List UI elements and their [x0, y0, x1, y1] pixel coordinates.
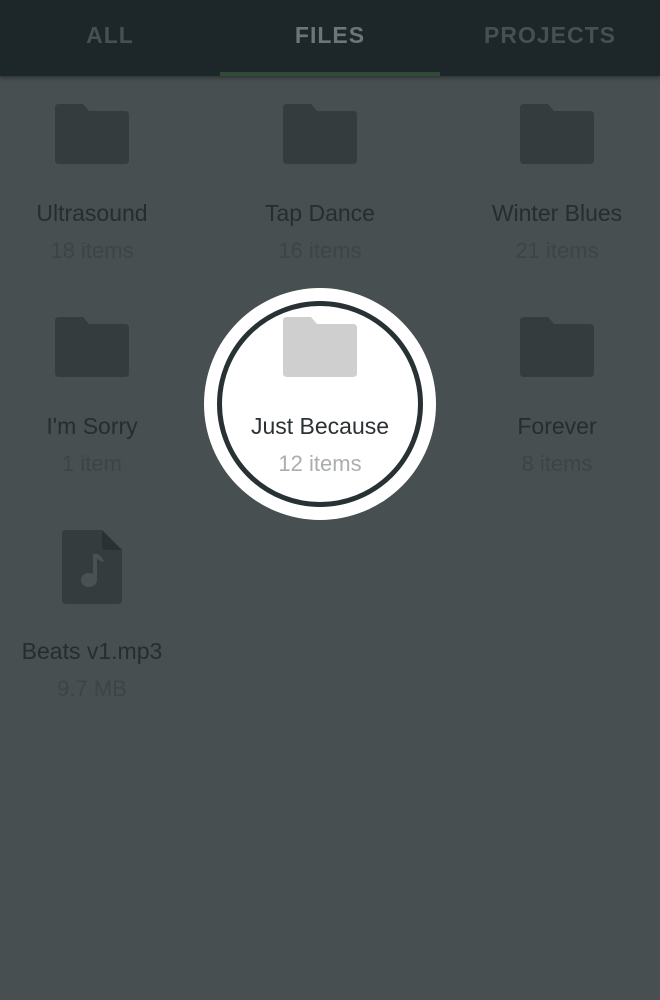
- folder-item-count: 8 items: [521, 451, 593, 476]
- folder-icon: [520, 317, 594, 377]
- folder-item-count: 18 items: [50, 238, 134, 263]
- tab-bar: ALL FILES PROJECTS: [0, 0, 660, 76]
- tab-selected-indicator: [220, 72, 440, 76]
- folder-item-just-because[interactable]: Just Because 12 items: [220, 317, 420, 487]
- folder-icon: [55, 317, 129, 377]
- audio-file-icon: [62, 530, 122, 604]
- folder-name: Forever: [517, 413, 597, 439]
- tab-all[interactable]: ALL: [0, 0, 220, 76]
- tab-files[interactable]: FILES: [220, 0, 440, 76]
- folder-item-count: 12 items: [278, 451, 362, 476]
- tab-projects-label: PROJECTS: [484, 21, 616, 48]
- folder-icon: [520, 104, 594, 164]
- folder-name: Ultrasound: [36, 200, 148, 226]
- folder-item-tap-dance[interactable]: Tap Dance 16 items: [220, 104, 420, 274]
- folder-item-count: 21 items: [515, 238, 599, 263]
- folder-item-winter-blues[interactable]: Winter Blues 21 items: [457, 104, 657, 274]
- folder-icon: [55, 104, 129, 164]
- folder-name: I'm Sorry: [46, 413, 138, 439]
- file-item-beats-v1[interactable]: Beats v1.mp3 9.7 MB: [0, 530, 192, 710]
- folder-item-forever[interactable]: Forever 8 items: [457, 317, 657, 487]
- folder-name: Tap Dance: [265, 200, 375, 226]
- tab-all-label: ALL: [86, 21, 134, 48]
- tab-projects[interactable]: PROJECTS: [440, 0, 660, 76]
- folder-name: Winter Blues: [491, 200, 623, 226]
- folder-name: Just Because: [250, 413, 390, 439]
- folder-item-im-sorry[interactable]: I'm Sorry 1 item: [0, 317, 192, 487]
- folder-item-ultrasound[interactable]: Ultrasound 18 items: [0, 104, 192, 274]
- file-size: 9.7 MB: [57, 676, 127, 701]
- folder-item-count: 1 item: [62, 451, 122, 476]
- folder-item-count: 16 items: [278, 238, 362, 263]
- file-name: Beats v1.mp3: [21, 638, 163, 664]
- folder-icon: [283, 317, 357, 377]
- tab-files-label: FILES: [294, 21, 366, 48]
- folder-icon: [283, 104, 357, 164]
